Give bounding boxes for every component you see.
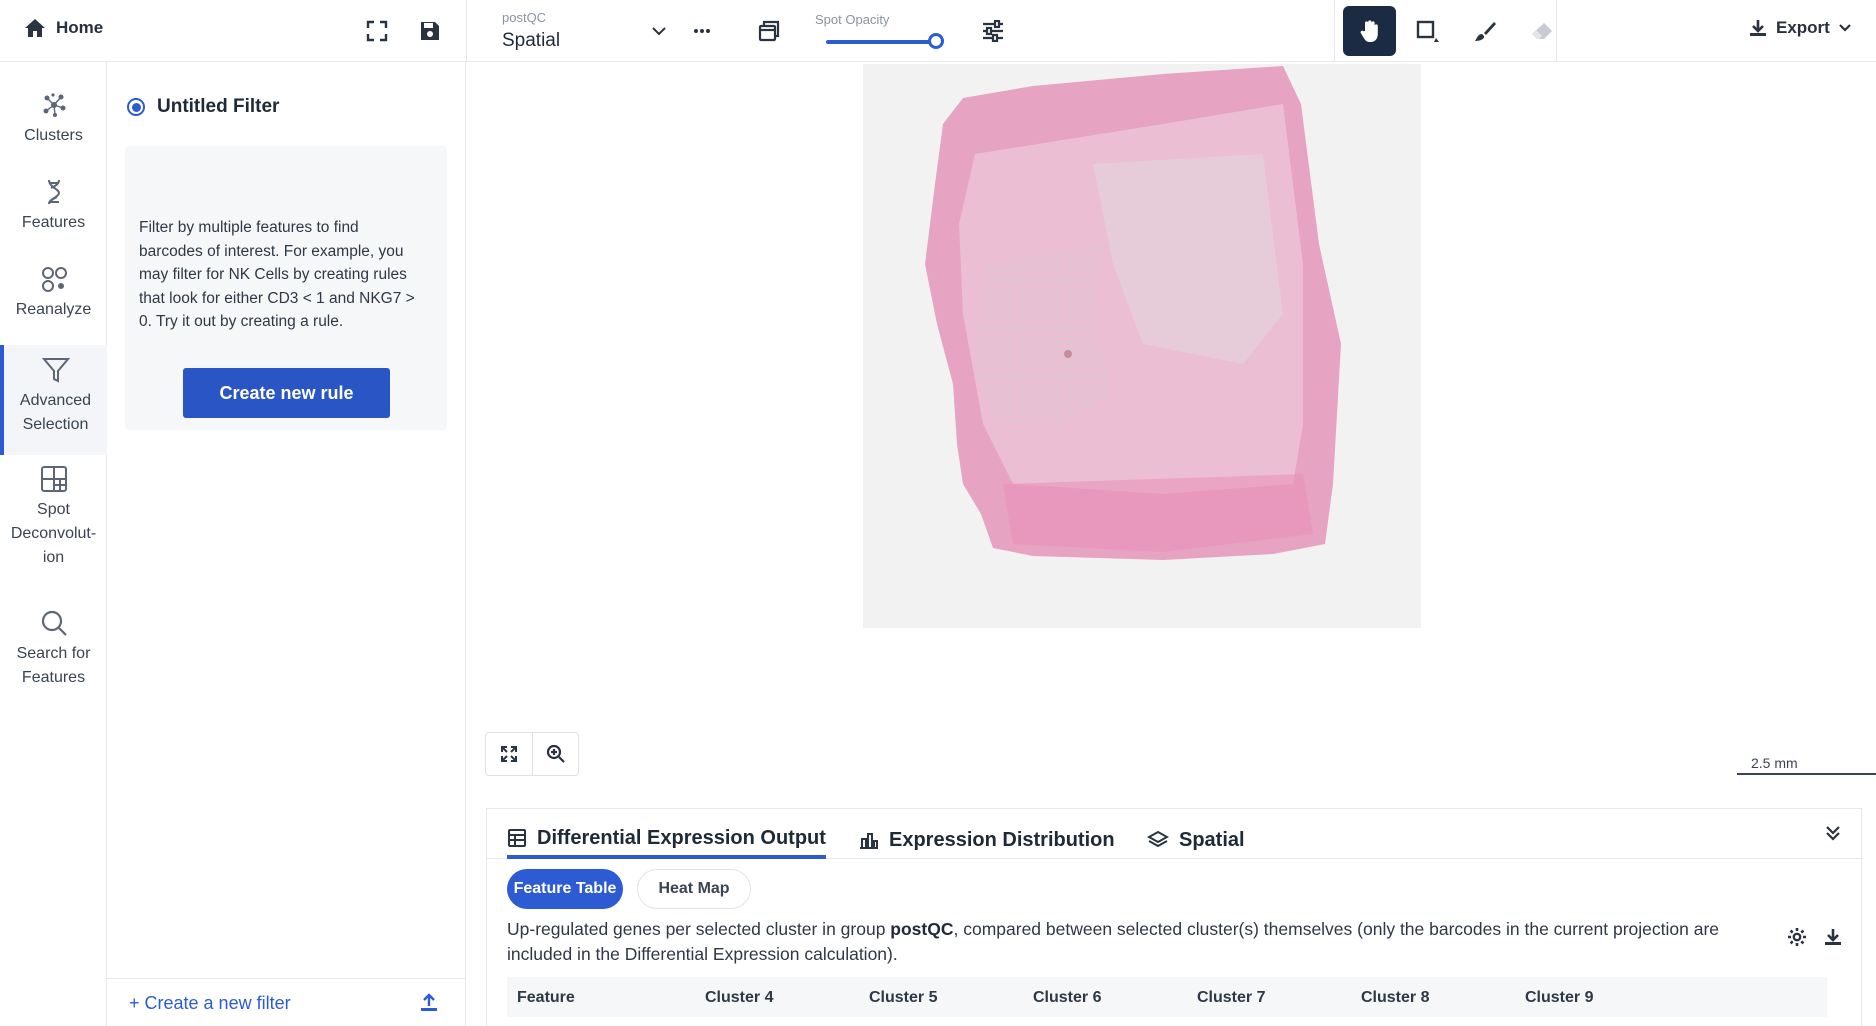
column-header-cluster-7[interactable]: Cluster 7: [1197, 989, 1265, 1007]
table-icon: [508, 829, 526, 847]
create-new-rule-button[interactable]: Create new rule: [183, 368, 390, 418]
export-label: Export: [1776, 18, 1830, 37]
download-icon: [1750, 20, 1766, 36]
export-button[interactable]: Export: [1748, 18, 1852, 38]
left-navigation: Clusters Features Reanalyze Advanced Sel…: [0, 62, 107, 1026]
nav-label-reanalyze: Reanalyze: [15, 301, 92, 318]
chevron-down-icon: [1839, 24, 1851, 32]
projection-select[interactable]: Spatial: [502, 30, 560, 52]
column-header-feature[interactable]: Feature: [517, 989, 575, 1007]
distribution-icon: [860, 833, 878, 849]
zoom-controls: [485, 732, 579, 776]
crop-select-icon[interactable]: [1413, 17, 1441, 45]
save-icon[interactable]: [416, 17, 444, 45]
tab-label: Differential Expression Output: [537, 826, 826, 849]
filter-panel-footer: + Create a new filter: [107, 978, 466, 1026]
nav-label-search-features: Search for Features: [16, 645, 91, 686]
home-link[interactable]: Home: [24, 18, 103, 38]
filter-header: Untitled Filter: [127, 96, 279, 118]
tissue-image-frame: [863, 64, 1421, 628]
hand-icon: [1360, 20, 1378, 42]
spot-opacity-caption: Spot Opacity: [815, 12, 890, 27]
nav-item-advanced-selection[interactable]: Advanced Selection: [0, 345, 107, 455]
tab-differential-expression[interactable]: Differential Expression Output: [507, 821, 826, 859]
home-icon: [25, 19, 45, 37]
feature-table-header: Feature Cluster 4 Cluster 5 Cluster 6 Cl…: [507, 977, 1827, 1017]
eraser-icon[interactable]: [1528, 17, 1556, 45]
pan-tool-button[interactable]: [1343, 6, 1396, 56]
brush-icon[interactable]: [1471, 17, 1499, 45]
differential-expression-description: Up-regulated genes per selected cluster …: [507, 919, 1720, 964]
more-options-icon[interactable]: [688, 17, 716, 45]
dna-icon: [47, 179, 60, 205]
scale-bar: [1737, 773, 1876, 775]
gear-icon[interactable]: [1787, 927, 1807, 947]
nav-label-features: Features: [21, 214, 86, 231]
top-toolbar: Home postQC Spatial Spot Opacity Export: [0, 0, 1876, 62]
search-icon: [41, 610, 67, 636]
nav-item-features[interactable]: Features: [0, 177, 107, 235]
feature-table-toggle[interactable]: Feature Table: [507, 869, 623, 909]
clusters-icon: [43, 93, 65, 117]
sliders-settings-icon[interactable]: [979, 17, 1007, 45]
reanalyze-icon: [41, 267, 67, 292]
nav-item-reanalyze[interactable]: Reanalyze: [0, 264, 107, 322]
layers-window-icon[interactable]: [755, 17, 783, 45]
filter-radio[interactable]: [127, 98, 145, 116]
spatial-canvas[interactable]: 2.5 mm: [467, 62, 1876, 806]
analysis-panel: Differential Expression Output Expressio…: [486, 808, 1863, 1026]
nav-label-advanced-selection: Advanced Selection: [19, 392, 92, 433]
chevron-down-icon[interactable]: [650, 22, 668, 40]
column-header-cluster-4[interactable]: Cluster 4: [705, 989, 773, 1007]
fullscreen-icon[interactable]: [363, 17, 391, 45]
tab-spatial[interactable]: Spatial: [1147, 821, 1245, 859]
spot-opacity-slider[interactable]: [826, 40, 936, 44]
scale-bar-label: 2.5 mm: [1751, 755, 1798, 771]
collapse-panel-icon[interactable]: [1823, 823, 1843, 843]
nav-item-clusters[interactable]: Clusters: [0, 90, 107, 148]
heat-map-toggle[interactable]: Heat Map: [637, 869, 751, 909]
filter-title: Untitled Filter: [157, 96, 280, 117]
tab-expression-distribution[interactable]: Expression Distribution: [859, 821, 1115, 859]
nav-item-search-features[interactable]: Search for Features: [0, 608, 107, 690]
upload-icon[interactable]: [419, 993, 439, 1013]
download-icon[interactable]: [1823, 927, 1843, 947]
group-name: postQC: [890, 919, 954, 939]
zoom-in-icon[interactable]: [532, 733, 578, 775]
column-header-cluster-5[interactable]: Cluster 5: [869, 989, 937, 1007]
nav-label-spot-deconvolution: Spot Deconvolut-ion: [10, 501, 97, 566]
home-label: Home: [56, 18, 104, 37]
column-header-cluster-8[interactable]: Cluster 8: [1361, 989, 1429, 1007]
projection-caption: postQC: [502, 10, 547, 25]
tab-label: Expression Distribution: [889, 828, 1115, 851]
grid-icon: [40, 466, 67, 492]
analysis-tabs: Differential Expression Output Expressio…: [487, 809, 1863, 859]
fit-view-icon[interactable]: [486, 733, 532, 775]
column-header-cluster-6[interactable]: Cluster 6: [1033, 989, 1101, 1007]
filter-icon: [41, 358, 70, 383]
tissue-section-image: [925, 66, 1341, 560]
column-header-cluster-9[interactable]: Cluster 9: [1525, 989, 1593, 1007]
create-new-filter-link[interactable]: + Create a new filter: [129, 993, 291, 1014]
nav-label-clusters: Clusters: [24, 127, 83, 144]
nav-item-spot-deconvolution[interactable]: Spot Deconvolut-ion: [0, 464, 107, 570]
filter-description: Filter by multiple features to find barc…: [139, 219, 415, 331]
tab-label: Spatial: [1179, 828, 1245, 851]
filter-panel: Untitled Filter Filter by multiple featu…: [107, 62, 466, 1026]
layers-icon: [1147, 830, 1169, 848]
spot-opacity-handle[interactable]: [928, 33, 944, 49]
